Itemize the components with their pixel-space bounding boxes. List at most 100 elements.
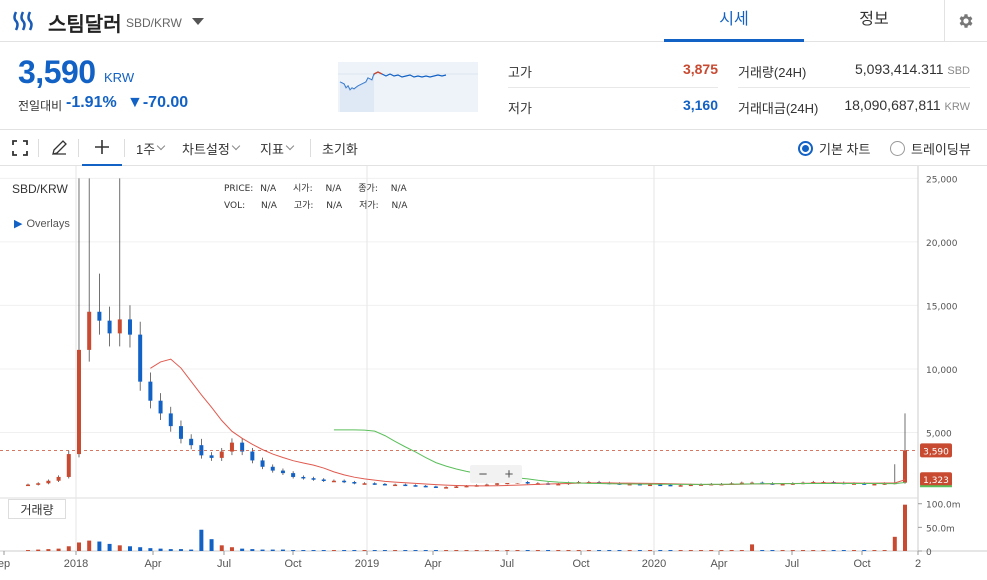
price-chart-area[interactable]: 25,000 20,000 15,000 10,000 5,000 100.0m 50.0m… — [0, 166, 987, 580]
candle-body — [148, 381, 153, 401]
moving-average-long-line — [333, 429, 906, 485]
low-value: 3,160 — [682, 97, 718, 113]
x-tick-label: Apr — [424, 558, 441, 570]
candle-body — [648, 484, 653, 487]
open-val: N/A — [325, 184, 342, 194]
candle-body — [250, 451, 255, 461]
volume-bar — [250, 549, 255, 551]
settings-button[interactable] — [944, 0, 987, 42]
zoom-out-button[interactable]: − — [479, 466, 488, 483]
zoom-in-button[interactable]: + — [505, 466, 514, 483]
volume-bar — [352, 550, 357, 551]
tradingview-label: 트레이딩뷰 — [911, 141, 971, 157]
y-tick-label: 5,000 — [926, 429, 952, 439]
volume-bar — [780, 550, 785, 551]
candle-body — [454, 486, 459, 488]
moving-average-short-line — [150, 358, 906, 487]
toolbar-divider — [310, 139, 311, 157]
volume-bar — [750, 544, 755, 551]
fullscreen-button[interactable] — [12, 130, 28, 166]
overlays-toggle[interactable]: ▶ Overlays — [14, 217, 70, 230]
candlestick-chart[interactable]: 25,000 20,000 15,000 10,000 5,000 100.0m 50.0m… — [0, 166, 987, 580]
volume-bar — [648, 550, 653, 551]
candle-body — [219, 451, 224, 458]
candle-body — [382, 483, 387, 486]
price-summary: 3,590 KRW 전일대비 -1.91% ▼-70.00 고가 3,875 저… — [0, 42, 987, 130]
divider — [738, 87, 970, 88]
x-tick-label: Oct — [853, 558, 870, 570]
candle-body — [352, 482, 357, 484]
candle-body — [433, 486, 438, 488]
tradingview-radio[interactable]: 트레이딩뷰 — [890, 130, 971, 166]
volume-bar — [393, 550, 398, 551]
volume-bar — [158, 548, 163, 551]
candle-body — [168, 413, 173, 427]
candle-body — [209, 455, 214, 458]
candle-body — [36, 483, 41, 485]
indicators-menu[interactable]: 지표 — [260, 130, 295, 166]
draw-tool-button[interactable] — [50, 130, 68, 166]
y-tick-label: 10,000 — [926, 366, 958, 376]
volume-bar — [597, 550, 602, 551]
current-price: 3,590 — [18, 54, 96, 90]
volume-bar — [331, 550, 336, 551]
top-bar: 스팀달러 SBD/KRW 시세 정보 — [0, 0, 987, 42]
volume-bar — [586, 550, 591, 551]
tab-info[interactable]: 정보 — [804, 0, 944, 42]
volume-bar — [627, 550, 632, 551]
coin-select-dropdown-icon[interactable] — [192, 18, 204, 25]
volume-bar — [240, 548, 245, 551]
volume-bar — [556, 550, 561, 551]
amount-value-wrap: 18,090,687,811 KRW — [820, 97, 970, 113]
candle-body — [372, 483, 377, 485]
volume-bar — [56, 548, 61, 551]
x-tick-label: Apr — [710, 558, 727, 570]
fullscreen-icon — [12, 140, 28, 156]
volume-bar — [454, 550, 459, 551]
ma-price-tag-label: 1,323 — [923, 476, 949, 486]
high-key: 고가: — [293, 201, 314, 211]
basic-chart-label: 기본 차트 — [819, 141, 871, 157]
volume-bar — [546, 550, 551, 551]
crosshair-button[interactable] — [82, 130, 122, 166]
zoom-control: − + — [470, 465, 522, 483]
high-label: 고가 — [508, 65, 532, 80]
chevron-down-icon — [156, 141, 166, 151]
candle-body — [393, 484, 398, 487]
volume-value-wrap: 5,093,414.311 SBD — [820, 61, 970, 77]
toolbar-divider — [124, 139, 125, 157]
tab-quote[interactable]: 시세 — [664, 0, 804, 42]
volume-bar — [209, 539, 214, 551]
candle-body — [525, 482, 530, 484]
candle-body — [495, 483, 500, 485]
low-val: N/A — [391, 201, 408, 211]
x-tick-label: Jul — [500, 558, 514, 570]
candle-body — [178, 426, 183, 439]
volume-bar — [903, 504, 907, 551]
candle-body — [444, 487, 449, 489]
candle-body — [321, 479, 326, 481]
chevron-down-icon — [285, 141, 295, 151]
x-tick-label: 2019 — [355, 558, 379, 570]
overlays-label: Overlays — [26, 218, 70, 230]
mini-price-chart — [338, 62, 478, 112]
candle-body — [46, 480, 51, 484]
basic-chart-radio[interactable]: 기본 차트 — [798, 130, 870, 166]
y-tick-label: 25,000 — [926, 175, 958, 185]
candle-body — [423, 485, 428, 488]
volume-bar — [882, 550, 887, 551]
volume-bar — [138, 547, 143, 551]
crosshair-plus-icon — [95, 140, 109, 154]
candle-body — [56, 476, 61, 481]
candle-body — [87, 311, 92, 350]
chart-settings-menu[interactable]: 차트설정 — [182, 130, 241, 166]
candle-body — [291, 473, 296, 477]
volume-bar — [515, 550, 520, 551]
ohlc-row-2: VOL: N/A 고가: N/A 저가: N/A — [224, 198, 407, 211]
chart-toolbar: 1주 차트설정 지표 초기화 기본 차트 트레이딩뷰 — [0, 130, 987, 166]
candle-body — [26, 484, 30, 487]
reset-button[interactable]: 초기화 — [322, 130, 358, 166]
volume-bar — [403, 550, 408, 551]
interval-select[interactable]: 1주 — [136, 130, 166, 166]
change-amount: ▼-70.00 — [127, 94, 189, 111]
